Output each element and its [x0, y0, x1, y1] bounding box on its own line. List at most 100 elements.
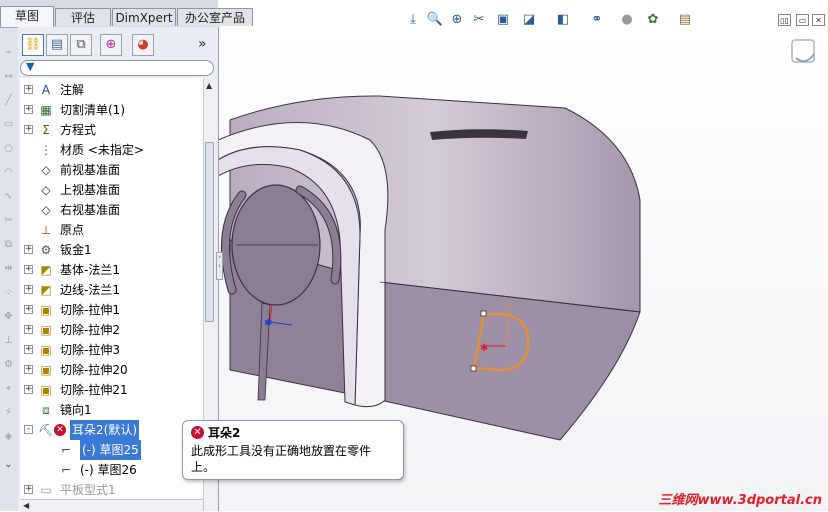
- view-settings-icon[interactable]: ✿: [644, 10, 662, 30]
- rapid-sketch-icon[interactable]: ⚡: [3, 407, 14, 418]
- edit-appearance-icon[interactable]: ⚭: [588, 10, 606, 30]
- tree-item[interactable]: + ▣ 切除-拉伸2: [20, 320, 203, 340]
- tile-horizontal-icon[interactable]: ▯▯: [778, 14, 791, 26]
- tree-item-label: 钣金1: [60, 243, 92, 257]
- offset-tool-icon[interactable]: ⧉: [3, 239, 14, 250]
- rectangle-tool-icon[interactable]: ▭: [3, 119, 14, 130]
- tab-office-products[interactable]: 办公室产品: [177, 8, 253, 26]
- move-tool-icon[interactable]: ✥: [3, 311, 14, 322]
- tree-item[interactable]: ⌐ (-) 草图25: [20, 440, 203, 460]
- expand-icon[interactable]: +: [24, 265, 33, 274]
- tree-item[interactable]: + ▣ 切除-拉伸1: [20, 300, 203, 320]
- expand-icon[interactable]: +: [24, 385, 33, 394]
- instant-2d-icon[interactable]: ◈: [3, 431, 14, 442]
- feature-manager-icon[interactable]: ⛓: [22, 34, 44, 56]
- zoom-area-icon[interactable]: 🔍: [426, 10, 444, 30]
- sketch-tool-icon[interactable]: ⌁: [3, 47, 14, 58]
- watermark-text: 三维网www.3dportal.cn: [658, 493, 822, 508]
- tree-item[interactable]: + A 注解: [20, 80, 203, 100]
- tile-vertical-icon[interactable]: ▭: [796, 14, 809, 26]
- chevron-down-icon[interactable]: ⌄: [3, 459, 14, 470]
- zoom-to-fit-icon[interactable]: ⤓: [404, 10, 422, 30]
- manager-tabs: ⛓ ▤ ⧉ ⊕ ◕ »: [20, 34, 216, 58]
- forming-tool-icon: ⛏: [38, 423, 54, 437]
- expand-icon[interactable]: +: [24, 85, 33, 94]
- property-manager-icon[interactable]: ▤: [46, 34, 68, 56]
- tree-item[interactable]: + ⚙ 钣金1: [20, 240, 203, 260]
- zoom-in-out-icon[interactable]: ⊕: [448, 10, 466, 30]
- collapse-icon[interactable]: -: [24, 425, 33, 434]
- tree-item[interactable]: ⌐ (-) 草图26: [20, 460, 203, 480]
- spline-tool-icon[interactable]: ∿: [3, 191, 14, 202]
- tree-item[interactable]: + ◩ 边线-法兰1: [20, 280, 203, 300]
- display-style-icon[interactable]: ◪: [520, 10, 538, 30]
- tab-sketch[interactable]: 草图: [0, 6, 54, 27]
- tree-item-label: 原点: [60, 223, 85, 237]
- scroll-up-icon[interactable]: ▲: [206, 81, 212, 90]
- apply-scene-icon[interactable]: ●: [618, 10, 636, 30]
- tree-item[interactable]: ⧈ 镜向1: [20, 400, 203, 420]
- tree-item[interactable]: ◇ 前视基准面: [20, 160, 203, 180]
- tree-item[interactable]: + ◩ 基体-法兰1: [20, 260, 203, 280]
- tab-evaluate[interactable]: 评估: [55, 8, 111, 26]
- section-view-icon[interactable]: ✂: [470, 10, 488, 30]
- tree-item-label: 切除-拉伸20: [60, 363, 128, 377]
- view-orientation-icon[interactable]: ▣: [494, 10, 512, 30]
- tree-item[interactable]: + ▣ 切除-拉伸21: [20, 380, 203, 400]
- tree-item[interactable]: ◇ 上视基准面: [20, 180, 203, 200]
- expand-icon[interactable]: +: [24, 345, 33, 354]
- tree-item-label: 前视基准面: [60, 163, 121, 177]
- circle-tool-icon[interactable]: ○: [3, 143, 14, 154]
- tree-item-label: 耳朵2(默认): [70, 420, 139, 440]
- expand-icon[interactable]: +: [24, 285, 33, 294]
- tree-item-label: 右视基准面: [60, 203, 121, 217]
- configuration-manager-icon[interactable]: ⧉: [70, 34, 92, 56]
- tree-horizontal-scrollbar[interactable]: ◀: [20, 499, 203, 512]
- tree-item[interactable]: + ▣ 切除-拉伸20: [20, 360, 203, 380]
- expand-icon[interactable]: +: [24, 325, 33, 334]
- relations-tool-icon[interactable]: ⊥: [3, 335, 14, 346]
- close-icon[interactable]: ✕: [812, 14, 825, 26]
- heads-up-view-toolbar: ⤓ 🔍 ⊕ ✂ ▣ ◪ ◧ ⚭ ● ✿ ▤: [404, 10, 704, 32]
- pane-splitter-handle[interactable]: › ›: [216, 252, 223, 280]
- tree-item[interactable]: - ⛏ ✕ 耳朵2(默认): [20, 420, 203, 440]
- sketch-icon: ⌐: [60, 463, 72, 477]
- expand-icon[interactable]: +: [24, 125, 33, 134]
- expand-icon[interactable]: +: [24, 105, 33, 114]
- collapse-pane-button[interactable]: »: [198, 36, 207, 52]
- expand-icon[interactable]: +: [24, 305, 33, 314]
- trim-tool-icon[interactable]: ✂: [3, 215, 14, 226]
- expand-icon[interactable]: +: [24, 365, 33, 374]
- mirror-tool-icon[interactable]: ⇹: [3, 263, 14, 274]
- tab-dimxpert[interactable]: DimXpert: [112, 8, 176, 26]
- repair-tool-icon[interactable]: ⚙: [3, 359, 14, 370]
- tree-item-label: 切割清单(1): [60, 103, 125, 117]
- dimxpert-manager-icon[interactable]: ⊕: [100, 34, 122, 56]
- tree-item[interactable]: ⋮ 材质 <未指定>: [20, 140, 203, 160]
- pattern-tool-icon[interactable]: ⁘: [3, 287, 14, 298]
- tree-item[interactable]: + Σ 方程式: [20, 120, 203, 140]
- display-manager-icon[interactable]: ◕: [132, 34, 154, 56]
- tree-item[interactable]: ⊥ 原点: [20, 220, 203, 240]
- quick-snaps-icon[interactable]: ⌖: [3, 383, 14, 394]
- hide-show-icon[interactable]: ◧: [554, 10, 572, 30]
- filter-icon: ▼: [26, 60, 35, 73]
- tree-item[interactable]: ◇ 右视基准面: [20, 200, 203, 220]
- tree-item[interactable]: + ▣ 切除-拉伸3: [20, 340, 203, 360]
- tree-item[interactable]: + ▦ 切割清单(1): [20, 100, 203, 120]
- smart-dimension-icon[interactable]: ↔: [3, 71, 14, 82]
- tree-item[interactable]: + ▭ 平板型式1: [20, 480, 203, 500]
- cut-extrude-icon: ▣: [40, 303, 52, 317]
- monitor-icon[interactable]: ▤: [676, 10, 694, 30]
- line-tool-icon[interactable]: ╱: [3, 95, 14, 106]
- expand-icon[interactable]: +: [24, 485, 33, 494]
- base-flange-icon: ◩: [40, 263, 52, 277]
- scroll-left-icon[interactable]: ◀: [23, 501, 29, 510]
- tree-item-label: 方程式: [60, 123, 97, 137]
- tree-filter-input[interactable]: ▼: [20, 60, 214, 76]
- expand-icon[interactable]: +: [24, 245, 33, 254]
- annotations-icon: A: [41, 83, 51, 97]
- tree-scroll-thumb[interactable]: [205, 142, 214, 322]
- equations-icon: Σ: [42, 123, 50, 137]
- arc-tool-icon[interactable]: ◠: [3, 167, 14, 178]
